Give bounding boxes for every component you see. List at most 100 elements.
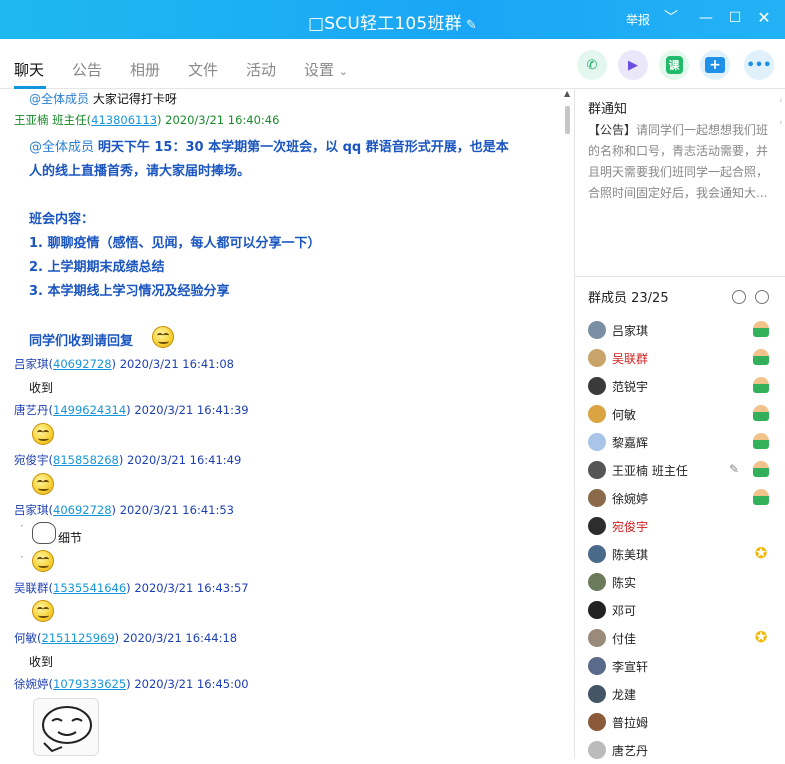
- smiley-emoji-icon: [32, 423, 54, 445]
- sender-qq[interactable]: 1079333625: [53, 677, 126, 691]
- member-item[interactable]: 唐艺丹: [575, 736, 785, 764]
- minimize-button[interactable]: —: [696, 8, 716, 28]
- report-button[interactable]: 举报: [626, 11, 650, 28]
- meme-face-icon: [42, 706, 92, 753]
- tab-announcement[interactable]: 公告: [72, 59, 102, 80]
- add-post-icon: +: [705, 57, 725, 73]
- member-item[interactable]: 邓可: [575, 596, 785, 624]
- message-header: 何敏(2151125969) 2020/3/21 16:44:18: [14, 630, 237, 646]
- owner-badge-icon: [753, 433, 769, 449]
- sender-qq[interactable]: 815858268: [53, 453, 119, 467]
- group-post-button[interactable]: +: [700, 50, 730, 80]
- member-item[interactable]: 陈美琪 ✪: [575, 540, 785, 568]
- close-button[interactable]: ✕: [754, 8, 774, 28]
- video-call-button[interactable]: ▶: [618, 50, 648, 80]
- group-notice-title: 群通知: [588, 102, 628, 117]
- sender-qq[interactable]: 40692728: [53, 357, 112, 371]
- message-body: 细节: [58, 531, 83, 545]
- avatar[interactable]: [588, 657, 606, 675]
- more-button[interactable]: •••: [744, 50, 774, 80]
- group-sidebar: 群通知 【公告】请同学们一起想想我们班的名称和口号，青志活动需要，并且明天需要我…: [575, 89, 785, 759]
- member-item[interactable]: 吕家琪: [575, 316, 785, 344]
- sender-name[interactable]: 吴联群(: [14, 581, 53, 595]
- member-item[interactable]: 王亚楠 班主任 ✎: [575, 456, 785, 484]
- avatar[interactable]: [588, 461, 606, 479]
- sender-qq[interactable]: 1535541646: [53, 581, 126, 595]
- smiley-emoji-icon: [32, 600, 54, 622]
- member-item[interactable]: 徐婉婷: [575, 484, 785, 512]
- tab-activities[interactable]: 活动: [246, 59, 276, 80]
- member-name: 普拉姆: [612, 716, 649, 730]
- divider: [575, 276, 785, 277]
- avatar[interactable]: [588, 517, 606, 535]
- maximize-button[interactable]: ☐: [725, 8, 745, 28]
- phone-call-button[interactable]: ✆: [577, 50, 607, 80]
- avatar[interactable]: [588, 685, 606, 703]
- message-time: ) 2020/3/21 16:43:57: [126, 581, 249, 595]
- class-button[interactable]: 课: [659, 50, 689, 80]
- avatar[interactable]: [588, 349, 606, 367]
- members-settings-icon[interactable]: [732, 290, 746, 304]
- chat-history[interactable]: @全体成员 大家记得打卡呀 王亚楠 班主任(413806113) 2020/3/…: [0, 89, 575, 759]
- avatar[interactable]: [588, 713, 606, 731]
- tab-settings-label: 设置: [304, 61, 335, 79]
- edit-pen-icon[interactable]: ✎: [466, 18, 477, 33]
- message-body: 同学们收到请回复: [29, 334, 134, 349]
- edit-nickname-icon[interactable]: ✎: [729, 462, 739, 476]
- member-item[interactable]: 吴联群: [575, 344, 785, 372]
- member-item[interactable]: 付佳 ✪: [575, 624, 785, 652]
- member-name: 宛俊宇: [612, 520, 649, 534]
- avatar[interactable]: [588, 321, 606, 339]
- avatar[interactable]: [588, 545, 606, 563]
- sender-name[interactable]: 何敏(: [14, 631, 42, 645]
- bear-sticker-icon: [32, 522, 56, 544]
- notice-message: @全体成员 明天下午 15：30 本学期第一次班会，以 qq 群语音形式开展，也…: [29, 136, 509, 155]
- avatar[interactable]: [588, 741, 606, 759]
- chevron-down-icon: ⌄: [338, 65, 349, 78]
- member-item[interactable]: 普拉姆: [575, 708, 785, 736]
- avatar[interactable]: [588, 405, 606, 423]
- scroll-thumb[interactable]: [565, 106, 570, 134]
- star-badge-icon: ✪: [754, 628, 768, 646]
- message-body: 1. 聊聊疫情（感悟、见闻，每人都可以分享一下）: [29, 236, 321, 251]
- sender-name[interactable]: 徐婉婷(: [14, 677, 53, 691]
- member-item[interactable]: 龙建: [575, 680, 785, 708]
- avatar[interactable]: [588, 573, 606, 591]
- mention-all[interactable]: @全体成员: [29, 140, 94, 155]
- tab-chat[interactable]: 聊天: [14, 59, 44, 80]
- avatar[interactable]: [588, 601, 606, 619]
- member-item[interactable]: 李宣轩: [575, 652, 785, 680]
- avatar[interactable]: [588, 629, 606, 647]
- member-item[interactable]: 范锐宇: [575, 372, 785, 400]
- chat-scrollbar[interactable]: ▲: [563, 89, 573, 759]
- member-item[interactable]: 黎嘉辉: [575, 428, 785, 456]
- avatar[interactable]: [588, 377, 606, 395]
- tab-settings[interactable]: 设置 ⌄: [304, 59, 348, 80]
- sender-qq[interactable]: 40692728: [53, 503, 112, 517]
- message-header: 吕家琪(40692728) 2020/3/21 16:41:53: [14, 502, 234, 518]
- member-item[interactable]: 宛俊宇: [575, 512, 785, 540]
- chevron-down-icon[interactable]: ﹀: [661, 8, 681, 28]
- group-notice-content[interactable]: 【公告】请同学们一起想想我们班的名称和口号，青志活动需要，并且明天需要我们班同学…: [588, 120, 774, 204]
- member-item[interactable]: 陈实: [575, 568, 785, 596]
- sender-qq[interactable]: 2151125969: [42, 631, 115, 645]
- sender-name[interactable]: 吕家琪(: [14, 357, 53, 371]
- search-icon[interactable]: [755, 290, 769, 304]
- sender-name[interactable]: 唐艺丹(: [14, 403, 53, 417]
- meme-sticker-image[interactable]: [33, 698, 99, 756]
- message-time: ) 2020/3/21 16:44:18: [114, 631, 238, 645]
- sender-name[interactable]: 王亚楠 班主任(: [14, 113, 91, 127]
- sender-name[interactable]: 宛俊宇(: [14, 453, 53, 467]
- tab-album[interactable]: 相册: [130, 59, 160, 80]
- avatar[interactable]: [588, 433, 606, 451]
- message-header: 吴联群(1535541646) 2020/3/21 16:43:57: [14, 580, 249, 596]
- avatar[interactable]: [588, 489, 606, 507]
- mention-all[interactable]: @全体成员: [29, 92, 89, 106]
- member-name: 李宣轩: [612, 660, 649, 674]
- sender-name[interactable]: 吕家琪(: [14, 503, 53, 517]
- member-item[interactable]: 何敏: [575, 400, 785, 428]
- tab-files[interactable]: 文件: [188, 59, 218, 80]
- scroll-up-icon[interactable]: ▲: [564, 89, 570, 98]
- sender-qq[interactable]: 413806113: [91, 113, 157, 127]
- sender-qq[interactable]: 1499624314: [53, 403, 126, 417]
